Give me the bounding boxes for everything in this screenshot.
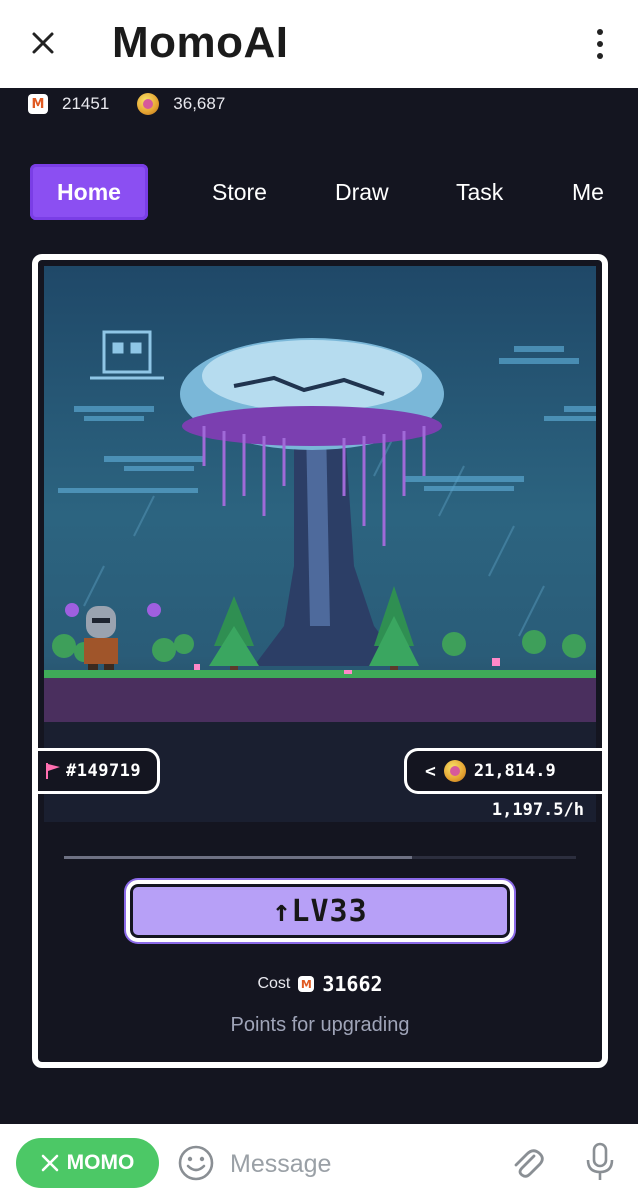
upgrade-note: Points for upgrading xyxy=(230,1014,410,1036)
flag-icon xyxy=(46,763,60,779)
level-progress-fill xyxy=(64,856,413,859)
mushroom-tree-illustration xyxy=(44,330,596,822)
balance-row: M 21451 36,687 xyxy=(28,90,239,118)
tab-store[interactable]: Store xyxy=(212,164,267,220)
upgrade-label: ↑LV33 xyxy=(272,893,368,929)
id-number: #149719 xyxy=(66,761,142,781)
top-bar: MomoAI xyxy=(0,0,638,88)
tab-home[interactable]: Home xyxy=(30,164,148,220)
coin-icon xyxy=(443,760,466,782)
earning-rate: 1,197.5/h xyxy=(491,800,584,820)
attach-icon[interactable] xyxy=(508,1144,546,1182)
earnings-badge[interactable]: < 21,814.9 xyxy=(404,748,602,794)
momo-chip-label: MOMO xyxy=(66,1151,135,1174)
tab-draw[interactable]: Draw xyxy=(335,164,389,220)
close-icon[interactable] xyxy=(28,28,58,58)
tab-task[interactable]: Task xyxy=(456,164,503,220)
level-progress-bar xyxy=(64,856,576,859)
nav-tabs: Home Store Draw Task Me xyxy=(30,162,604,222)
earnings-value: 21,814.9 xyxy=(473,761,556,781)
momo-bot-chip[interactable]: MOMO xyxy=(16,1138,159,1188)
id-badge: #149719 xyxy=(38,748,160,794)
momo-points-value: 21451 xyxy=(62,94,110,113)
tab-me[interactable]: Me xyxy=(572,164,604,220)
chevron-left-icon: < xyxy=(425,760,436,782)
app-title: MomoAI xyxy=(112,18,289,67)
pixel-art-scene xyxy=(44,266,596,822)
coins-value: 36,687 xyxy=(173,94,226,113)
message-composer: MOMO xyxy=(0,1124,638,1200)
cost-value: 31662 xyxy=(322,972,383,996)
emoji-icon[interactable] xyxy=(177,1144,215,1182)
cost-row: Cost M 31662 xyxy=(38,972,602,996)
message-input[interactable] xyxy=(230,1144,490,1184)
microphone-icon[interactable] xyxy=(584,1142,616,1182)
close-icon[interactable] xyxy=(41,1154,59,1172)
coin-icon xyxy=(137,93,160,115)
momo-point-icon: M xyxy=(28,94,48,114)
momo-point-icon: M xyxy=(298,976,315,992)
cost-label: Cost xyxy=(257,975,291,992)
pet-card: #149719 < 21,814.9 1,197.5/h ↑LV33 Cost … xyxy=(32,254,608,1068)
upgrade-button[interactable]: ↑LV33 xyxy=(126,880,514,942)
more-options-icon[interactable] xyxy=(590,26,610,62)
